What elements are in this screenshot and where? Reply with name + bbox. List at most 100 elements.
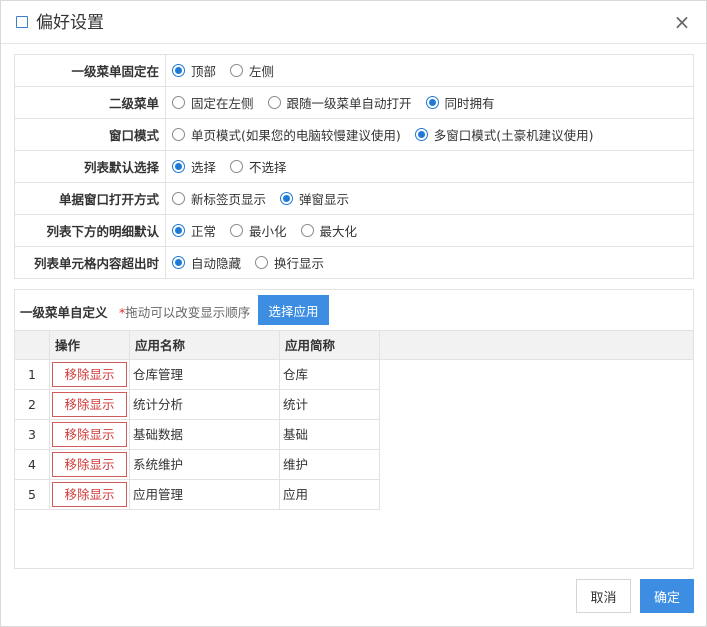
setting-radio[interactable]: 选择 [172,157,216,176]
radio-label: 正常 [191,224,217,239]
radio-checked-icon[interactable] [414,128,428,141]
radio-label: 自动隐藏 [191,256,242,271]
remove-display-button[interactable]: 移除显示 [52,482,127,507]
setting-radio[interactable]: 跟随一级菜单自动打开 [267,93,412,112]
table-row[interactable]: 1 移除显示 仓库管理 仓库 [15,360,380,390]
cancel-button[interactable]: 取消 [576,579,631,613]
setting-radio[interactable]: 顶部 [172,61,216,80]
setting-label: 窗口模式 [14,118,166,151]
radio-unchecked-icon[interactable] [255,256,269,269]
setting-radio[interactable]: 最小化 [230,221,287,240]
radio-label: 单页模式(如果您的电脑较慢建议使用) [191,128,401,143]
choose-app-button[interactable]: 选择应用 [258,295,329,325]
row-action-cell: 移除显示 [50,450,130,479]
radio-label: 最小化 [249,224,287,239]
header-app-short: 应用简称 [280,331,380,360]
setting-label: 列表默认选择 [14,150,166,183]
remove-display-button[interactable]: 移除显示 [52,392,127,417]
setting-radio[interactable]: 新标签页显示 [172,189,266,208]
setting-radio[interactable]: 左侧 [230,61,274,80]
radio-label: 选择 [191,160,217,175]
setting-options: 正常 最小化 最大化 [165,214,694,247]
row-action-cell: 移除显示 [50,390,130,419]
table-row[interactable]: 2 移除显示 统计分析 统计 [15,390,380,420]
row-index: 3 [15,420,50,449]
radio-label: 不选择 [249,160,287,175]
menu-customize-panel: 一级菜单自定义 *拖动可以改变显示顺序 选择应用 操作 应用名称 应用简称 1移… [14,289,694,569]
radio-unchecked-icon[interactable] [230,160,244,173]
radio-unchecked-icon[interactable] [172,128,185,141]
table-row[interactable]: 3 移除显示 基础数据 基础 [15,420,380,450]
setting-radio[interactable]: 同时拥有 [425,93,495,112]
row-app-short: 基础 [280,420,380,449]
setting-radio[interactable]: 多窗口模式(土豪机建议使用) [414,125,594,144]
setting-row: 单据窗口打开方式 新标签页显示 弹窗显示 [14,182,694,215]
setting-row: 窗口模式 单页模式(如果您的电脑较慢建议使用) 多窗口模式(土豪机建议使用) [14,118,694,151]
setting-radio[interactable]: 单页模式(如果您的电脑较慢建议使用) [172,125,401,144]
radio-unchecked-icon[interactable] [172,192,185,205]
radio-unchecked-icon[interactable] [300,224,314,237]
radio-label: 弹窗显示 [299,192,350,207]
setting-options: 自动隐藏 换行显示 [165,246,694,279]
radio-label: 固定在左侧 [191,96,254,111]
remove-display-button[interactable]: 移除显示 [52,362,127,387]
radio-label: 顶部 [191,64,217,79]
remove-display-button[interactable]: 移除显示 [52,422,127,447]
setting-label: 一级菜单固定在 [14,54,166,87]
table-row[interactable]: 4 移除显示 系统维护 维护 [15,450,380,480]
radio-checked-icon[interactable] [172,64,185,77]
setting-radio[interactable]: 最大化 [300,221,357,240]
setting-row: 列表默认选择 选择 不选择 [14,150,694,183]
radio-unchecked-icon[interactable] [267,96,281,109]
row-index: 4 [15,450,50,479]
row-index: 1 [15,360,50,389]
table-row[interactable]: 5 移除显示 应用管理 应用 [15,480,380,510]
row-app-name: 统计分析 [130,390,280,419]
row-app-name: 仓库管理 [130,360,280,389]
radio-checked-icon[interactable] [172,256,185,269]
setting-options: 固定在左侧 跟随一级菜单自动打开 同时拥有 [165,86,694,119]
radio-label: 左侧 [249,64,275,79]
radio-checked-icon[interactable] [280,192,294,205]
setting-radio[interactable]: 弹窗显示 [280,189,349,208]
radio-label: 跟随一级菜单自动打开 [286,96,412,111]
setting-label: 列表下方的明细默认 [14,214,166,247]
drag-hint: *拖动可以改变显示顺序 [119,302,250,321]
row-app-short: 仓库 [280,360,380,389]
radio-label: 换行显示 [274,256,325,271]
panel-header: 一级菜单自定义 *拖动可以改变显示顺序 选择应用 [15,290,693,330]
row-action-cell: 移除显示 [50,480,130,509]
setting-label: 二级菜单 [14,86,166,119]
radio-label: 同时拥有 [444,96,495,111]
radio-unchecked-icon[interactable] [230,224,244,237]
setting-row: 一级菜单固定在 顶部 左侧 [14,54,694,87]
row-app-name: 基础数据 [130,420,280,449]
radio-checked-icon[interactable] [425,96,439,109]
radio-unchecked-icon[interactable] [172,96,185,109]
grid-header: 操作 应用名称 应用简称 [15,330,693,360]
dialog-titlebar: 偏好设置 × [1,1,706,44]
row-app-short: 应用 [280,480,380,509]
remove-display-button[interactable]: 移除显示 [52,452,127,477]
row-app-name: 系统维护 [130,450,280,479]
preferences-dialog: 偏好设置 × 一级菜单固定在 顶部 左侧二级菜单 固定在左侧 跟随一级菜单自动打开 同时拥… [0,0,707,627]
radio-checked-icon[interactable] [172,160,185,173]
setting-radio[interactable]: 自动隐藏 [172,253,241,272]
panel-title: 一级菜单自定义 [20,305,108,320]
setting-radio[interactable]: 换行显示 [255,253,324,272]
setting-radio[interactable]: 不选择 [230,157,287,176]
row-app-short: 统计 [280,390,380,419]
radio-checked-icon[interactable] [172,224,185,237]
setting-label: 列表单元格内容超出时 [14,246,166,279]
row-action-cell: 移除显示 [50,420,130,449]
setting-label: 单据窗口打开方式 [14,182,166,215]
radio-unchecked-icon[interactable] [230,64,244,77]
setting-radio[interactable]: 固定在左侧 [172,93,254,112]
row-action-cell: 移除显示 [50,360,130,389]
drag-hint-text: 拖动可以改变显示顺序 [125,305,251,320]
confirm-button[interactable]: 确定 [640,579,694,613]
close-icon[interactable]: × [672,12,692,32]
setting-radio[interactable]: 正常 [172,221,216,240]
setting-options: 顶部 左侧 [165,54,694,87]
window-icon [16,16,28,28]
